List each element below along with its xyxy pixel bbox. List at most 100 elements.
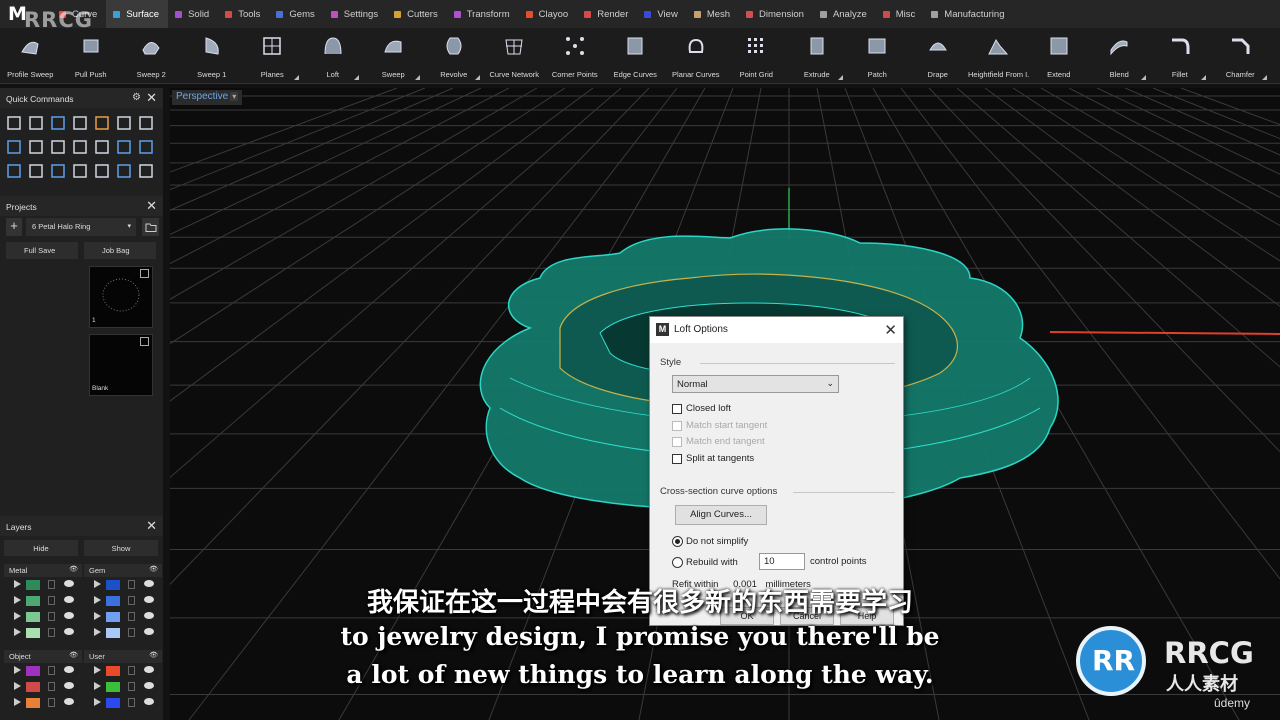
layer-color-swatch[interactable] (26, 698, 40, 708)
pull-push-button[interactable]: Pull Push (61, 28, 122, 84)
eye-icon[interactable]: 👁 (69, 565, 78, 573)
tab-misc[interactable]: Misc (876, 0, 925, 28)
tab-analyze[interactable]: Analyze (813, 0, 876, 28)
rebuild-with-radio[interactable]: Rebuild with (672, 557, 738, 568)
layer-row[interactable] (84, 695, 162, 711)
group-icon[interactable] (50, 139, 66, 155)
play-icon[interactable] (94, 698, 101, 706)
rebuild-points-input[interactable]: 10 (759, 553, 805, 570)
dropdown-indicator-icon[interactable] (1140, 75, 1146, 80)
curve-icon[interactable] (72, 163, 88, 179)
tab-view[interactable]: View (637, 0, 686, 28)
sweep-1-button[interactable]: Sweep 1 (182, 28, 243, 84)
flip-icon[interactable] (116, 115, 132, 131)
tab-mesh[interactable]: Mesh (687, 0, 739, 28)
join-icon[interactable] (6, 139, 22, 155)
ungroup-icon[interactable] (72, 139, 88, 155)
eye-icon[interactable] (144, 698, 154, 705)
chamfer-button[interactable]: Chamfer (1210, 28, 1271, 84)
project-thumbnail[interactable]: Blank (89, 334, 153, 396)
lock-icon[interactable] (128, 698, 135, 707)
layer-color-swatch[interactable] (106, 698, 120, 708)
array-icon[interactable] (94, 139, 110, 155)
snap-icon[interactable] (116, 163, 132, 179)
show-layers-button[interactable]: Show (84, 540, 158, 556)
align-curves-button[interactable]: Align Curves... (675, 505, 767, 525)
paste-icon[interactable] (138, 139, 154, 155)
dropdown-indicator-icon[interactable] (414, 75, 420, 80)
heightfield-from-i-button[interactable]: Heightfield From I... (968, 28, 1029, 84)
loft-button[interactable]: Loft (303, 28, 364, 84)
revolve-button[interactable]: Revolve (424, 28, 485, 84)
tab-gems[interactable]: Gems (269, 0, 323, 28)
match-end-tangent-checkbox[interactable]: Match end tangent (672, 436, 765, 447)
export-icon[interactable] (140, 269, 149, 278)
edit-icon[interactable] (94, 163, 110, 179)
edge-curves-button[interactable]: Edge Curves (605, 28, 666, 84)
tab-dimension[interactable]: Dimension (739, 0, 813, 28)
job-bag-button[interactable]: Job Bag (84, 242, 156, 259)
tab-render[interactable]: Render (577, 0, 637, 28)
blend-button[interactable]: Blend (1089, 28, 1150, 84)
dropdown-indicator-icon[interactable] (838, 75, 843, 80)
dropdown-indicator-icon[interactable] (475, 75, 480, 80)
fillet-button[interactable]: Fillet (1150, 28, 1211, 84)
close-icon[interactable]: ✕ (884, 321, 897, 339)
arc-icon[interactable] (50, 163, 66, 179)
eye-icon[interactable]: 👁 (149, 565, 158, 573)
split-at-tangents-checkbox[interactable]: Split at tangents (672, 453, 754, 464)
mirror-icon[interactable] (94, 115, 110, 131)
move-icon[interactable] (138, 115, 154, 131)
closed-loft-checkbox[interactable]: Closed loft (672, 403, 731, 414)
close-icon[interactable]: ✕ (146, 198, 157, 214)
chevron-down-icon[interactable]: ▾ (230, 92, 239, 101)
planar-curves-button[interactable]: Planar Curves (666, 28, 727, 84)
split-icon[interactable] (72, 115, 88, 131)
dropdown-indicator-icon[interactable] (354, 75, 359, 80)
tab-surface[interactable]: Surface (106, 0, 169, 28)
close-icon[interactable]: ✕ (146, 518, 157, 534)
extend-button[interactable]: Extend (1029, 28, 1090, 84)
dropdown-indicator-icon[interactable] (1261, 75, 1267, 80)
do-not-simplify-radio[interactable]: Do not simplify (672, 536, 748, 547)
add-project-button[interactable]: + (6, 218, 22, 236)
lock-icon[interactable] (48, 698, 55, 707)
hide-layers-button[interactable]: Hide (4, 540, 78, 556)
dropdown-indicator-icon[interactable] (1201, 75, 1206, 80)
layer-row[interactable] (4, 695, 82, 711)
viewport-label[interactable]: Perspective ▾ (172, 90, 243, 105)
point-grid-button[interactable]: Point Grid (726, 28, 787, 84)
corner-points-button[interactable]: Corner Points (545, 28, 606, 84)
tab-settings[interactable]: Settings (324, 0, 387, 28)
close-icon[interactable]: ✕ (146, 90, 157, 106)
circle-icon[interactable] (6, 163, 22, 179)
match-start-tangent-checkbox[interactable]: Match start tangent (672, 420, 767, 431)
explode-icon[interactable] (28, 139, 44, 155)
full-save-button[interactable]: Full Save (6, 242, 78, 259)
dialog-title-bar[interactable]: M Loft Options ✕ (650, 317, 903, 343)
eye-icon[interactable] (64, 698, 74, 705)
undo-icon[interactable] (6, 115, 22, 131)
copy-icon[interactable] (116, 139, 132, 155)
redo-icon[interactable] (28, 115, 44, 131)
patch-button[interactable]: Patch (847, 28, 908, 84)
tab-cutters[interactable]: Cutters (387, 0, 447, 28)
profile-sweep-button[interactable]: Profile Sweep (0, 28, 61, 84)
style-select[interactable]: Normal ⌄ (672, 375, 839, 393)
project-select[interactable]: 6 Petal Halo Ring ▾ (26, 218, 136, 236)
drape-button[interactable]: Drape (908, 28, 969, 84)
select-icon[interactable] (138, 163, 154, 179)
tab-transform[interactable]: Transform (447, 0, 519, 28)
gear-icon[interactable]: ⚙ (132, 92, 141, 103)
planes-button[interactable]: Planes (242, 28, 303, 84)
tab-clayoo[interactable]: Clayoo (519, 0, 578, 28)
gem-icon[interactable] (28, 163, 44, 179)
tab-manufacturing[interactable]: Manufacturing (924, 0, 1013, 28)
folder-button[interactable] (142, 218, 159, 236)
play-icon[interactable] (14, 698, 21, 706)
layer-group-header[interactable]: Gem 👁 (84, 564, 162, 577)
extrude-button[interactable]: Extrude (787, 28, 848, 84)
tab-tools[interactable]: Tools (218, 0, 269, 28)
project-thumbnail[interactable]: 1 (89, 266, 153, 328)
dropdown-indicator-icon[interactable] (293, 75, 299, 80)
